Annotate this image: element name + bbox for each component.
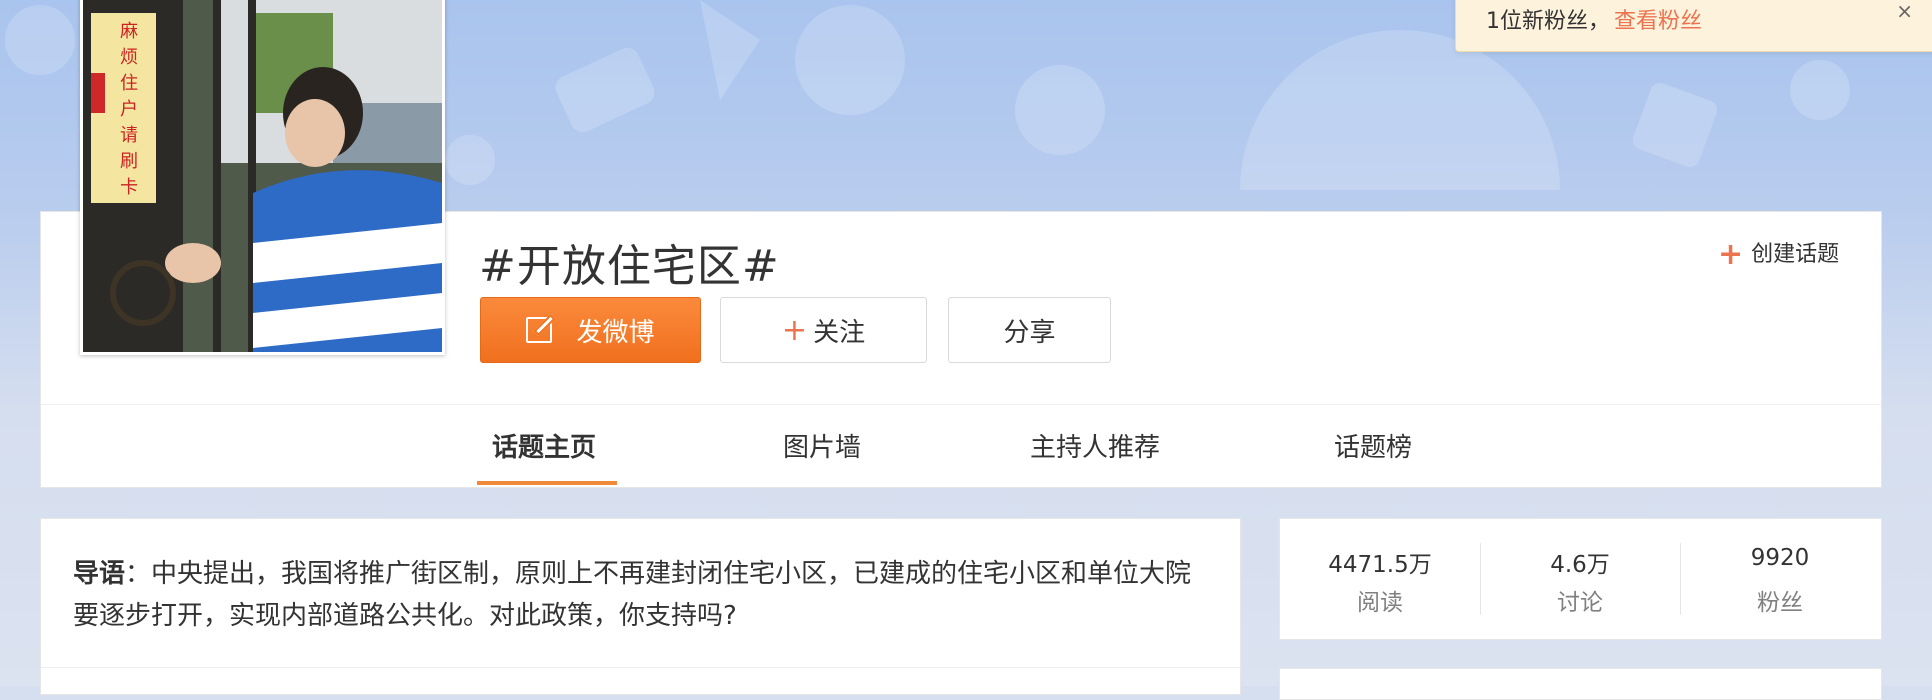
view-followers-link[interactable]: 查看粉丝 <box>1614 9 1702 34</box>
stat-label: 讨论 <box>1557 590 1603 616</box>
tab-topic-ranking[interactable]: 话题榜 <box>1334 427 1412 464</box>
topic-stats-card: 4471.5万 阅读 4.6万 讨论 9920 粉丝 <box>1279 518 1882 640</box>
create-topic-label: 创建话题 <box>1751 242 1840 267</box>
lead-label: 导语 <box>73 559 126 589</box>
follow-label: 关注 <box>813 317 866 348</box>
topic-tabs: 话题主页 图片墙 主持人推荐 话题榜 <box>40 404 1882 488</box>
close-icon[interactable]: × <box>1896 0 1913 23</box>
share-label: 分享 <box>1003 317 1056 348</box>
post-weibo-label: 发微博 <box>576 317 655 348</box>
lead-body: ：中央提出，我国将推广街区制，原则上不再建封闭住宅小区，已建成的住宅小区和单位大… <box>73 559 1192 631</box>
cover-photo: 麻 烦 住 户 请 刷 卡 <box>83 0 442 352</box>
divider <box>41 667 1240 668</box>
notification-text: 1位新粉丝， 查看粉丝 <box>1486 3 1702 35</box>
lead-card: 导语：中央提出，我国将推广街区制，原则上不再建封闭住宅小区，已建成的住宅小区和单… <box>40 518 1241 695</box>
sign-text: 麻 烦 住 户 请 刷 卡 <box>120 21 138 198</box>
stat-value: 4.6万 <box>1550 552 1610 578</box>
plus-icon: + <box>1718 237 1744 272</box>
stat-label: 阅读 <box>1357 590 1403 616</box>
stat-reads: 4471.5万 阅读 <box>1280 519 1480 639</box>
create-topic-button[interactable]: + 创建话题 <box>1718 236 1839 272</box>
plus-icon: + <box>781 312 808 348</box>
stat-followers: 9920 粉丝 <box>1680 519 1880 639</box>
tab-topic-home[interactable]: 话题主页 <box>492 427 596 464</box>
page-title: #开放住宅区# <box>479 241 780 292</box>
stat-label: 粉丝 <box>1757 590 1803 616</box>
stat-discussions: 4.6万 讨论 <box>1480 519 1680 639</box>
tab-photo-wall[interactable]: 图片墙 <box>783 427 861 464</box>
topic-cover-image: 麻 烦 住 户 请 刷 卡 <box>80 0 445 355</box>
follow-button[interactable]: + 关注 <box>720 297 927 363</box>
notification-message: 1位新粉丝， <box>1486 9 1610 34</box>
edit-icon <box>526 317 553 343</box>
share-button[interactable]: 分享 <box>948 297 1111 363</box>
tab-host-recommend[interactable]: 主持人推荐 <box>1030 427 1160 464</box>
new-follower-notification: 1位新粉丝， 查看粉丝 × <box>1455 0 1932 52</box>
lead-text: 导语：中央提出，我国将推广街区制，原则上不再建封闭住宅小区，已建成的住宅小区和单… <box>73 553 1213 637</box>
post-weibo-button[interactable]: 发微博 <box>480 297 701 363</box>
active-tab-indicator <box>477 481 617 485</box>
stat-value: 4471.5万 <box>1328 552 1432 578</box>
stat-value: 9920 <box>1750 545 1810 571</box>
next-sidebar-card <box>1279 668 1882 700</box>
